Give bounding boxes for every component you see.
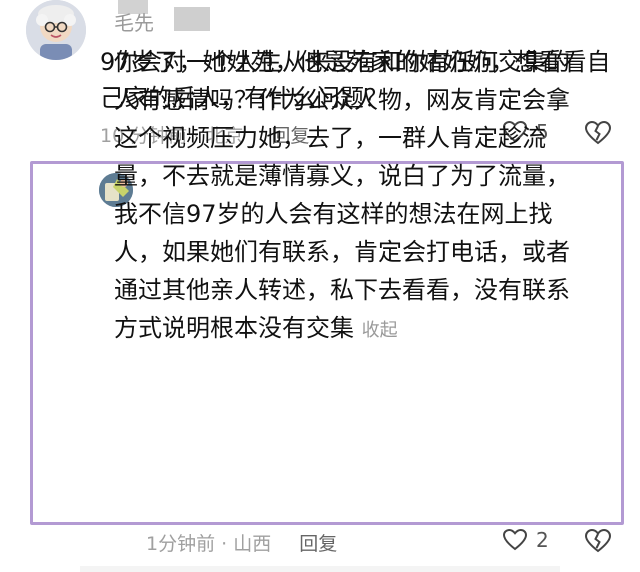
meta-separator: · xyxy=(221,532,228,555)
reply-body: 你会对一个人生从来没有和你有任何交集的人有感情吗？作为公众人物，网友肯定会拿这个… xyxy=(114,48,570,342)
reply-text: 你会对一个人生从来没有和你有任何交集的人有感情吗？作为公众人物，网友肯定会拿这个… xyxy=(114,43,584,350)
collapse-link[interactable]: 收起 xyxy=(362,320,398,341)
avatar[interactable] xyxy=(26,0,86,60)
reply-meta: 1分钟前 · 山西 回复 xyxy=(146,527,337,557)
reply-location: 山西 xyxy=(233,532,272,555)
broken-heart-icon xyxy=(584,528,612,553)
dislike-button[interactable] xyxy=(584,528,612,558)
reply-username[interactable]: 毛先 xyxy=(114,8,154,38)
dislike-button[interactable] xyxy=(584,120,612,150)
heart-outline-icon xyxy=(502,528,528,551)
reply-time: 1分钟前 xyxy=(146,532,216,555)
reply-button[interactable]: 回复 xyxy=(299,529,337,556)
avatar-image xyxy=(26,0,86,60)
next-comment-partial xyxy=(80,566,560,572)
like-button[interactable]: 2 xyxy=(502,528,549,552)
like-count: 2 xyxy=(536,528,549,552)
username-mosaic xyxy=(174,7,210,31)
broken-heart-icon xyxy=(584,120,612,145)
